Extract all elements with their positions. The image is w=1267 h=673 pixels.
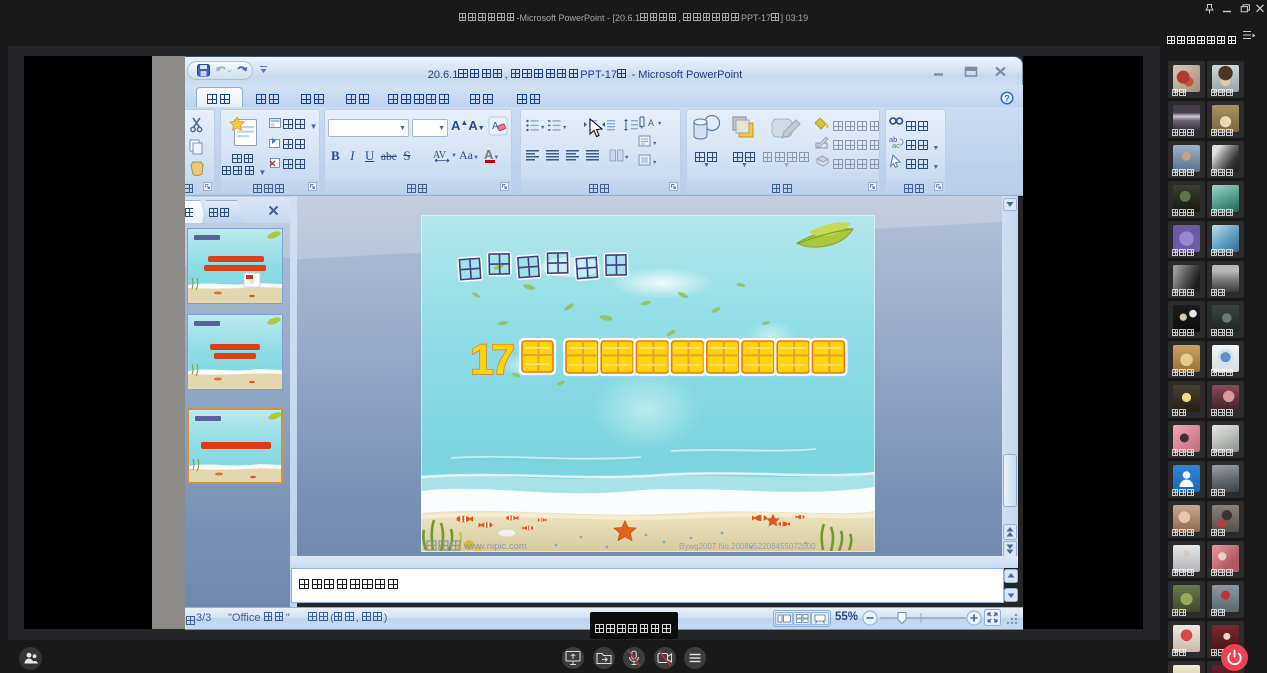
svg-text:▼: ▼ xyxy=(657,121,662,127)
svg-text:▼: ▼ xyxy=(540,125,545,131)
svg-text:?: ? xyxy=(1004,93,1010,103)
svg-text:▼: ▼ xyxy=(451,153,457,159)
svg-text:www.nipic.com: www.nipic.com xyxy=(463,541,527,552)
svg-text:AV: AV xyxy=(433,150,447,161)
svg-text:Bywg2007 No.20080522084550720: Bywg2007 No.2008052208455072000 xyxy=(679,542,816,551)
svg-text:A: A xyxy=(648,118,654,128)
svg-text:▼: ▼ xyxy=(652,160,657,166)
svg-text:ac: ac xyxy=(892,141,900,150)
svg-text:▼: ▼ xyxy=(652,141,657,147)
svg-text:▼: ▼ xyxy=(624,155,629,161)
svg-text:▼: ▼ xyxy=(562,125,567,131)
svg-text:17: 17 xyxy=(470,336,514,384)
